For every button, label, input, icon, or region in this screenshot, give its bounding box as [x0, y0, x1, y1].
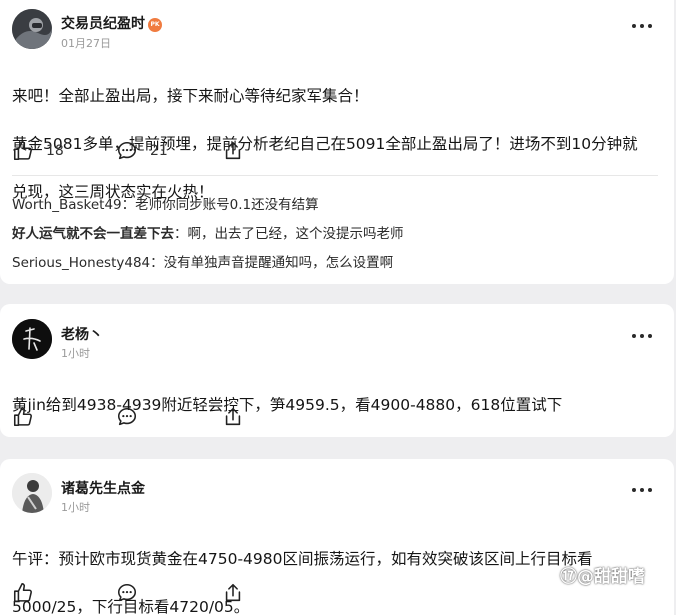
- thumbs-up-icon: [13, 583, 32, 603]
- divider: [12, 175, 658, 176]
- like-button[interactable]: [12, 580, 34, 606]
- author-name[interactable]: 诸葛先生点金: [61, 478, 145, 498]
- post-card-2: 老杨丶 1小时 黄jin给到4938-4939附近轻尝控下，笋4959.5，看4…: [0, 304, 674, 437]
- post-line: 来吧！全部止盈出局，接下来耐心等待纪家军集合！: [12, 87, 369, 105]
- like-button[interactable]: [12, 404, 34, 430]
- like-count: 18: [46, 143, 64, 159]
- share-icon: [225, 141, 241, 160]
- avatar-calligraphy-icon: [12, 319, 52, 359]
- author-name[interactable]: 老杨丶: [61, 324, 103, 344]
- post-actions: 18 21: [0, 138, 674, 164]
- comment-button[interactable]: [116, 580, 138, 606]
- comment-count: 21: [150, 143, 168, 159]
- comment-button[interactable]: 21: [116, 138, 168, 164]
- more-options-icon[interactable]: [632, 23, 652, 29]
- avatar[interactable]: [12, 9, 52, 49]
- avatar-photo-icon: [12, 9, 52, 49]
- post-card-3: 诸葛先生点金 1小时 午评：预计欧市现货黄金在4750-4980区间振荡运行，如…: [0, 459, 674, 615]
- avatar[interactable]: [12, 319, 52, 359]
- post-time: 01月27日: [61, 37, 111, 50]
- comment-separator: ：: [150, 255, 164, 271]
- post-card-1: 交易员纪盈时 PK 01月27日 来吧！全部止盈出局，接下来耐心等待纪家军集合！ …: [0, 0, 674, 284]
- thumbs-up-icon: [13, 141, 32, 161]
- share-button[interactable]: [222, 404, 244, 430]
- comment-separator: ：: [174, 226, 188, 242]
- thumbs-up-icon: [13, 407, 32, 427]
- watermark: ⑰@甜甜嗜: [560, 567, 645, 587]
- comment-item[interactable]: Serious_Honesty484：没有单独声音提醒通知吗，怎么设置啊: [12, 251, 393, 271]
- post-time: 1小时: [61, 347, 90, 360]
- more-options-icon[interactable]: [632, 487, 652, 493]
- share-button[interactable]: [222, 138, 244, 164]
- comment-text: 老师你同步账号0.1还没有结算: [135, 197, 319, 213]
- share-icon: [225, 407, 241, 426]
- comment-author[interactable]: Worth_Basket49: [12, 197, 122, 213]
- comment-author[interactable]: 好人运气就不会一直差下去: [12, 226, 174, 242]
- post-actions: [0, 404, 674, 430]
- comment-icon: [117, 407, 137, 426]
- avatar-portrait-icon: [12, 473, 52, 513]
- comment-author[interactable]: Serious_Honesty484: [12, 255, 150, 271]
- share-button[interactable]: [222, 580, 244, 606]
- post-time: 1小时: [61, 501, 90, 514]
- more-options-icon[interactable]: [632, 333, 652, 339]
- comment-icon: [117, 141, 137, 160]
- comment-icon: [117, 583, 137, 602]
- comment-button[interactable]: [116, 404, 138, 430]
- comment-separator: ：: [121, 197, 136, 213]
- comment-text: 没有单独声音提醒通知吗，怎么设置啊: [163, 255, 394, 271]
- comment-item[interactable]: Worth_Basket49：老师你同步账号0.1还没有结算: [12, 193, 319, 213]
- pk-badge-icon: PK: [148, 18, 162, 32]
- feed: 交易员纪盈时 PK 01月27日 来吧！全部止盈出局，接下来耐心等待纪家军集合！ …: [0, 0, 676, 615]
- avatar[interactable]: [12, 473, 52, 513]
- author-name[interactable]: 交易员纪盈时 PK: [61, 13, 162, 33]
- like-button[interactable]: 18: [12, 138, 64, 164]
- comment-text: 啊，出去了已经，这个没提示吗老师: [187, 226, 404, 242]
- share-icon: [225, 583, 241, 602]
- comment-item[interactable]: 好人运气就不会一直差下去：啊，出去了已经，这个没提示吗老师: [12, 222, 404, 242]
